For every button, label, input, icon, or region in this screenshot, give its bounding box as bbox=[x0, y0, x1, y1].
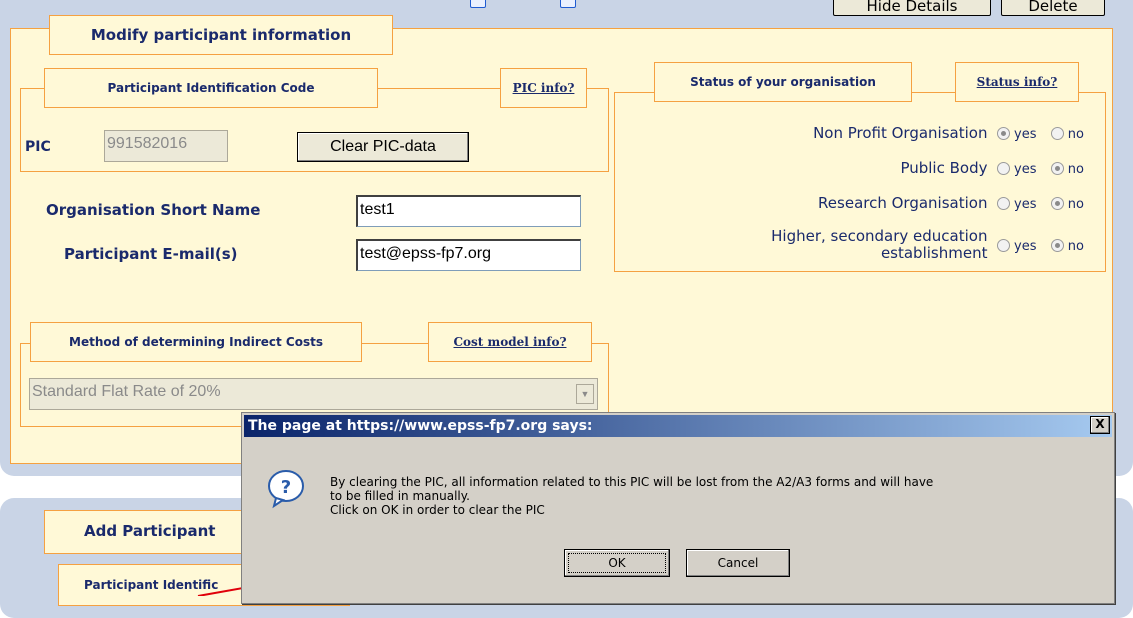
dialog-message: By clearing the PIC, all information rel… bbox=[330, 475, 1100, 517]
confirm-dialog: The page at https://www.epss-fp7.org say… bbox=[241, 412, 1115, 604]
cancel-button[interactable]: Cancel bbox=[686, 549, 790, 577]
dialog-line-3: Click on OK in order to clear the PIC bbox=[330, 503, 545, 517]
dialog-line-2: to be filled in manually. bbox=[330, 489, 470, 503]
dialog-title: The page at https://www.epss-fp7.org say… bbox=[244, 415, 1112, 437]
dialog-line-1: By clearing the PIC, all information rel… bbox=[330, 475, 934, 489]
ok-button[interactable]: OK bbox=[564, 549, 670, 577]
svg-text:?: ? bbox=[281, 477, 291, 498]
close-icon[interactable]: X bbox=[1090, 416, 1110, 434]
question-icon: ? bbox=[268, 470, 304, 509]
